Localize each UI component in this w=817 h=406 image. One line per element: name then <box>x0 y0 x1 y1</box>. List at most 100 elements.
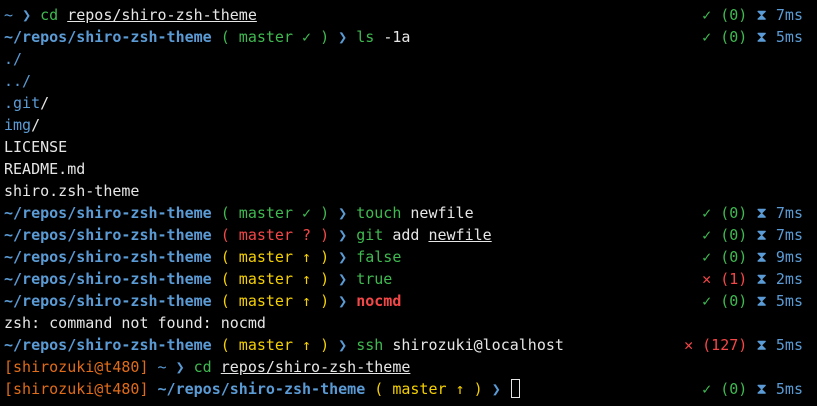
text-segment: ~/repos/shiro-zsh-theme <box>4 204 221 222</box>
text-segment: ❯ <box>22 6 41 24</box>
text-segment: ~/repos/shiro-zsh-theme <box>4 248 221 266</box>
prompt-text: ~/repos/shiro-zsh-theme ( master ✓ ) ❯ l… <box>4 26 410 48</box>
output-text: ./ <box>4 48 22 70</box>
status-indicator: ✓ (0) ⧗ 5ms <box>702 26 803 48</box>
text-segment: LICENSE <box>4 138 68 156</box>
text-segment: ( master ↑ ) <box>374 380 492 398</box>
duration: 5ms <box>775 336 803 354</box>
text-segment: ( master ✓ ) <box>220 28 339 46</box>
text-segment: ~ <box>157 358 176 376</box>
text-segment: ❯ <box>338 292 357 310</box>
text-segment: ❯ <box>338 248 357 266</box>
text-segment: ❯ <box>338 270 357 288</box>
output-line: README.md <box>4 158 813 180</box>
text-segment: ~/repos/shiro-zsh-theme <box>4 226 221 244</box>
output-text: ../ <box>4 70 31 92</box>
check-icon: ✓ <box>702 248 712 266</box>
status-indicator: ✓ (0) ⧗ 7ms <box>702 4 803 26</box>
terminal-cursor[interactable] <box>510 379 520 398</box>
status-indicator: ✕ (127) ⧗ 5ms <box>684 334 803 356</box>
cross-icon: ✕ <box>702 270 712 288</box>
hourglass-icon: ⧗ <box>756 28 767 46</box>
exit-code: (1) <box>720 270 748 288</box>
text-segment: ❯ <box>338 226 357 244</box>
duration: 5ms <box>775 28 803 46</box>
prompt-line: ~/repos/shiro-zsh-theme ( master ↑ ) ❯ n… <box>4 290 813 312</box>
text-segment: ( master ↑ ) <box>220 270 339 288</box>
exit-code: (0) <box>720 28 748 46</box>
text-segment: newfile <box>410 204 474 222</box>
text-segment: ls <box>356 28 384 46</box>
text-segment: ~/repos/shiro-zsh-theme <box>4 28 221 46</box>
text-segment: ssh <box>356 336 393 354</box>
output-text: .git/ <box>4 92 49 114</box>
text-segment: nocmd <box>356 292 402 310</box>
exit-code: (0) <box>720 226 748 244</box>
text-segment: shirozuki@localhost <box>392 336 564 354</box>
status-indicator: ✓ (0) ⧗ 5ms <box>702 290 803 312</box>
text-segment: newfile <box>428 226 492 244</box>
duration: 7ms <box>775 204 803 222</box>
text-segment: [shirozuki@t480] <box>4 380 158 398</box>
text-segment: repos/shiro-zsh-theme <box>67 6 257 24</box>
text-segment: touch <box>356 204 411 222</box>
text-segment: ~/repos/shiro-zsh-theme <box>4 270 221 288</box>
text-segment: ( master ? ) <box>220 226 339 244</box>
text-segment: shiro.zsh-theme <box>4 182 140 200</box>
prompt-text: [shirozuki@t480] ~ ❯ cd repos/shiro-zsh-… <box>4 356 410 378</box>
output-line: ./ <box>4 48 813 70</box>
check-icon: ✓ <box>702 204 712 222</box>
exit-code: (0) <box>720 204 748 222</box>
text-segment: ❯ <box>175 358 194 376</box>
duration: 9ms <box>775 248 803 266</box>
text-segment: / <box>31 116 41 134</box>
hourglass-icon: ⧗ <box>756 6 767 24</box>
hourglass-icon: ⧗ <box>756 248 767 266</box>
exit-code: (0) <box>720 6 748 24</box>
text-segment: / <box>40 94 50 112</box>
hourglass-icon: ⧗ <box>756 270 767 288</box>
prompt-line: ~/repos/shiro-zsh-theme ( master ✓ ) ❯ t… <box>4 202 813 224</box>
output-text: LICENSE <box>4 136 67 158</box>
cross-icon: ✕ <box>684 336 694 354</box>
output-line: LICENSE <box>4 136 813 158</box>
exit-code: (0) <box>720 248 748 266</box>
text-segment: git <box>356 226 393 244</box>
text-segment: [shirozuki@t480] <box>4 358 158 376</box>
output-line: .git/ <box>4 92 813 114</box>
prompt-text: ~/repos/shiro-zsh-theme ( master ↑ ) ❯ n… <box>4 290 401 312</box>
status-indicator: ✓ (0) ⧗ 7ms <box>702 224 803 246</box>
prompt-line: [shirozuki@t480] ~/repos/shiro-zsh-theme… <box>4 378 813 400</box>
status-indicator: ✕ (1) ⧗ 2ms <box>702 268 803 290</box>
text-segment: false <box>356 248 402 266</box>
text-segment: README.md <box>4 160 86 178</box>
text-segment: ~/repos/shiro-zsh-theme <box>4 292 221 310</box>
check-icon: ✓ <box>702 28 712 46</box>
hourglass-icon: ⧗ <box>756 226 767 244</box>
status-indicator: ✓ (0) ⧗ 7ms <box>702 202 803 224</box>
prompt-line: ~/repos/shiro-zsh-theme ( master ✓ ) ❯ l… <box>4 26 813 48</box>
text-segment: add <box>392 226 429 244</box>
prompt-text: ~/repos/shiro-zsh-theme ( master ? ) ❯ g… <box>4 224 492 246</box>
prompt-line: ~/repos/shiro-zsh-theme ( master ? ) ❯ g… <box>4 224 813 246</box>
output-line: zsh: command not found: nocmd <box>4 312 813 334</box>
check-icon: ✓ <box>702 6 712 24</box>
hourglass-icon: ⧗ <box>756 292 767 310</box>
status-indicator: ✓ (0) ⧗ 9ms <box>702 246 803 268</box>
prompt-text: ~/repos/shiro-zsh-theme ( master ↑ ) ❯ s… <box>4 334 564 356</box>
exit-code: (0) <box>720 292 748 310</box>
output-line: ../ <box>4 70 813 92</box>
duration: 5ms <box>775 380 803 398</box>
text-segment: ~ <box>4 6 23 24</box>
text-segment: true <box>356 270 393 288</box>
prompt-line: ~/repos/shiro-zsh-theme ( master ↑ ) ❯ t… <box>4 268 813 290</box>
hourglass-icon: ⧗ <box>756 204 767 222</box>
output-text: img/ <box>4 114 40 136</box>
check-icon: ✓ <box>702 380 712 398</box>
output-text: shiro.zsh-theme <box>4 180 139 202</box>
check-icon: ✓ <box>702 292 712 310</box>
exit-code: (0) <box>720 380 748 398</box>
hourglass-icon: ⧗ <box>756 380 767 398</box>
duration: 7ms <box>775 226 803 244</box>
terminal-window[interactable]: ~ ❯ cd repos/shiro-zsh-theme ✓ (0) ⧗ 7ms ~… <box>4 4 813 400</box>
